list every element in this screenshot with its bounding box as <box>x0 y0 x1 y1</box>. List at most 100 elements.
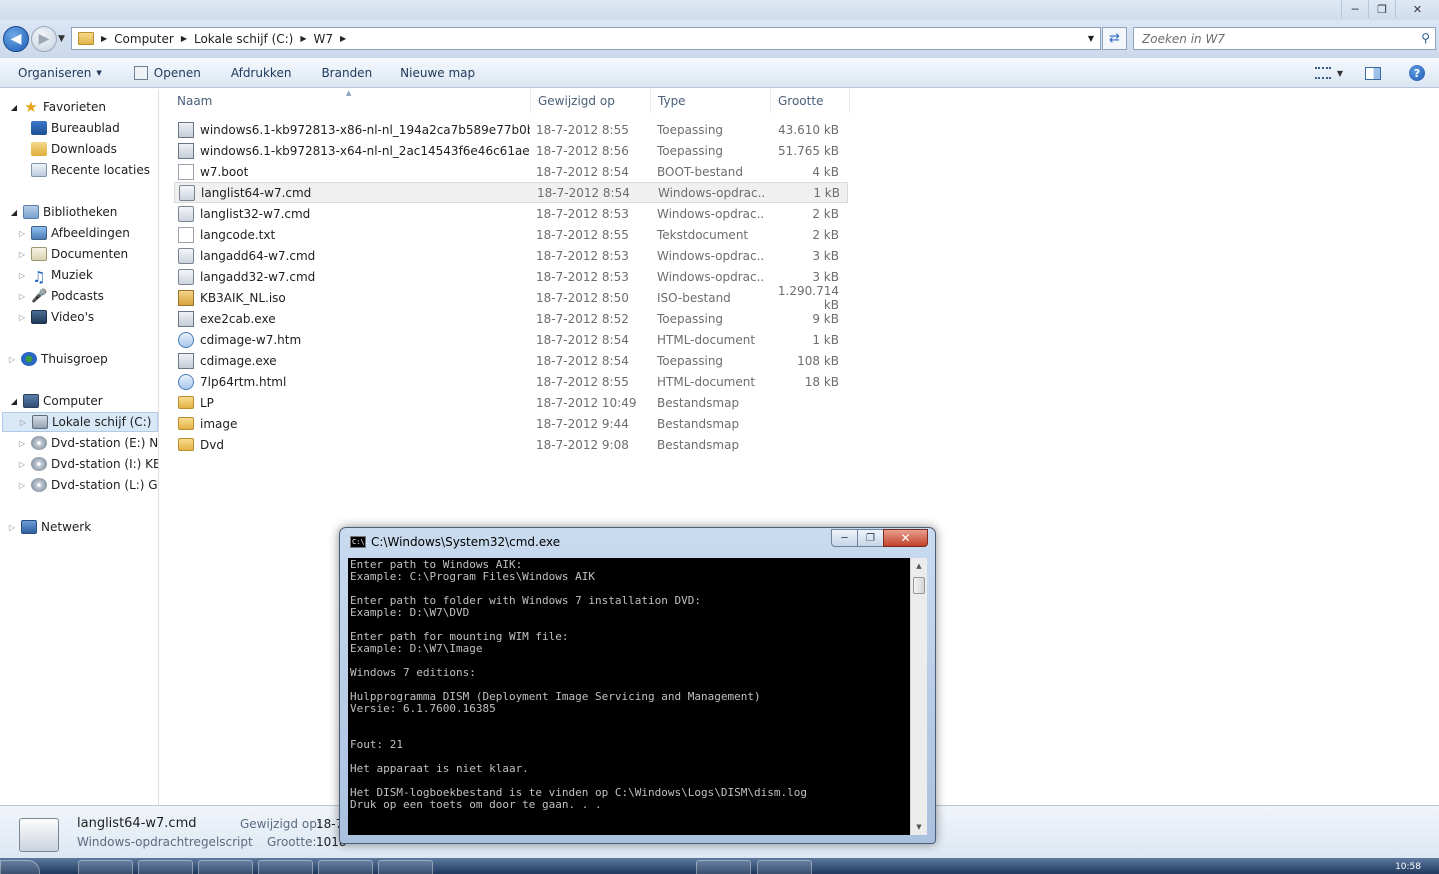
scroll-down-icon[interactable]: ▼ <box>911 819 927 835</box>
nav-network[interactable]: ▷ Netwerk <box>8 517 91 537</box>
print-button[interactable]: Afdrukken <box>201 58 292 88</box>
column-header-size[interactable]: Grootte <box>771 89 850 113</box>
file-name-cell[interactable]: langlist32-w7.cmd <box>174 205 530 222</box>
file-name-cell[interactable]: langcode.txt <box>174 226 530 243</box>
nav-item-music[interactable]: ▷ ♫ Muziek <box>18 265 93 286</box>
file-row[interactable]: LP 18-7-2012 10:49 Bestandsmap <box>174 392 848 413</box>
file-row[interactable]: langlist64-w7.cmd 18-7-2012 8:54 Windows-o… <box>174 182 848 203</box>
close-button[interactable]: ✕ <box>1395 0 1439 18</box>
nav-item-dvd-l[interactable]: ▷ Dvd-station (L:) GRM <box>18 475 158 495</box>
file-name-cell[interactable]: langadd32-w7.cmd <box>174 268 530 285</box>
taskbar-button[interactable] <box>696 860 751 874</box>
organize-menu[interactable]: Organiseren ▼ <box>0 58 102 88</box>
taskbar-button[interactable] <box>318 860 373 874</box>
burn-button[interactable]: Branden <box>291 58 372 88</box>
collapsed-arrow-icon[interactable]: ▷ <box>8 355 16 364</box>
file-name-cell[interactable]: cdimage.exe <box>174 352 530 369</box>
preview-pane-icon[interactable] <box>1365 66 1381 80</box>
collapsed-arrow-icon[interactable]: ▷ <box>18 229 26 238</box>
nav-homegroup[interactable]: ▷ Thuisgroep <box>8 349 108 369</box>
breadcrumb-local-disk[interactable]: Lokale schijf (C:) <box>194 32 293 46</box>
cmd-close-button[interactable]: ✕ <box>883 529 928 547</box>
forward-button[interactable]: ▶ <box>31 26 57 52</box>
scroll-thumb[interactable] <box>913 577 925 594</box>
nav-item-downloads[interactable]: Downloads <box>31 139 117 159</box>
file-row[interactable]: langcode.txt 18-7-2012 8:55 Tekstdocument 2… <box>174 224 848 245</box>
file-name-cell[interactable]: w7.boot <box>174 163 530 180</box>
nav-item-recent-places[interactable]: Recente locaties <box>31 160 150 180</box>
refresh-button[interactable]: ⇄ <box>1102 27 1127 50</box>
expand-arrow-icon[interactable]: ◢ <box>10 103 18 112</box>
breadcrumb-separator[interactable]: ▶ <box>300 34 306 43</box>
back-button[interactable]: ◀ <box>3 26 29 52</box>
collapsed-arrow-icon[interactable]: ▷ <box>18 460 26 469</box>
file-name-cell[interactable]: 7lp64rtm.html <box>174 373 530 390</box>
console-scrollbar[interactable]: ▲ ▼ <box>910 558 927 835</box>
maximize-button[interactable]: ❐ <box>1368 0 1395 18</box>
file-row[interactable]: langadd32-w7.cmd 18-7-2012 8:53 Windows-op… <box>174 266 848 287</box>
search-box[interactable]: ⚲ <box>1133 27 1436 50</box>
file-name-cell[interactable]: Dvd <box>174 438 530 452</box>
file-name-cell[interactable]: langlist64-w7.cmd <box>175 184 531 201</box>
file-row[interactable]: w7.boot 18-7-2012 8:54 BOOT-bestand 4 kB <box>174 161 848 182</box>
file-name-cell[interactable]: image <box>174 417 530 431</box>
column-header-type[interactable]: Type <box>651 89 771 113</box>
help-icon[interactable]: ? <box>1409 65 1425 81</box>
file-row[interactable]: Dvd 18-7-2012 9:08 Bestandsmap <box>174 434 848 455</box>
file-row[interactable]: windows6.1-kb972813-x86-nl-nl_194a2ca7b5… <box>174 119 848 140</box>
nav-item-pictures[interactable]: ▷ Afbeeldingen <box>18 223 130 243</box>
address-bar[interactable]: ▶ Computer ▶ Lokale schijf (C:) ▶ W7 ▶ ▼ <box>71 27 1101 50</box>
nav-item-podcasts[interactable]: ▷ 🎤 Podcasts <box>18 286 104 306</box>
collapsed-arrow-icon[interactable]: ▷ <box>18 439 26 448</box>
nav-item-local-disk[interactable]: ▷ Lokale schijf (C:) <box>2 412 158 432</box>
file-row[interactable]: langadd64-w7.cmd 18-7-2012 8:53 Windows-op… <box>174 245 848 266</box>
taskbar-clock[interactable]: 10:58 <box>1395 862 1421 872</box>
file-name-cell[interactable]: langadd64-w7.cmd <box>174 247 530 264</box>
cmd-window[interactable]: C:\. C:\Windows\System32\cmd.exe ─ ❐ ✕ E… <box>339 527 936 844</box>
nav-favorites[interactable]: ◢ ★ Favorieten <box>10 97 106 117</box>
file-row[interactable]: langlist32-w7.cmd 18-7-2012 8:53 Windows-o… <box>174 203 848 224</box>
recent-pages-dropdown[interactable]: ▼ <box>58 34 65 44</box>
file-row[interactable]: exe2cab.exe 18-7-2012 8:52 Toepassing 9 kB <box>174 308 848 329</box>
collapsed-arrow-icon[interactable]: ▷ <box>19 418 27 427</box>
breadcrumb-w7[interactable]: W7 <box>314 32 334 46</box>
breadcrumb-computer[interactable]: Computer <box>114 32 174 46</box>
file-name-cell[interactable]: cdimage-w7.htm <box>174 331 530 348</box>
collapsed-arrow-icon[interactable]: ▷ <box>18 271 26 280</box>
nav-item-videos[interactable]: ▷ Video's <box>18 307 94 327</box>
taskbar-button[interactable] <box>138 860 193 874</box>
expand-arrow-icon[interactable]: ◢ <box>10 397 18 406</box>
cmd-maximize-button[interactable]: ❐ <box>857 529 884 547</box>
change-view-icon[interactable] <box>1314 67 1331 79</box>
breadcrumb-separator[interactable]: ▶ <box>181 34 187 43</box>
console-output-area[interactable]: Enter path to Windows AIK: Example: C:\P… <box>348 558 918 835</box>
taskbar-button[interactable] <box>378 860 433 874</box>
file-row[interactable]: cdimage-w7.htm 18-7-2012 8:54 HTML-documen… <box>174 329 848 350</box>
nav-item-dvd-e[interactable]: ▷ Dvd-station (E:) NEW <box>18 433 158 453</box>
collapsed-arrow-icon[interactable]: ▷ <box>18 292 26 301</box>
new-folder-button[interactable]: Nieuwe map <box>372 58 475 88</box>
taskbar-button-cmd[interactable] <box>757 860 812 874</box>
taskbar-button[interactable] <box>258 860 313 874</box>
nav-item-dvd-i[interactable]: ▷ Dvd-station (I:) KB3A <box>18 454 158 474</box>
view-options-chevron-icon[interactable]: ▼ <box>1337 69 1343 78</box>
open-button[interactable]: Openen <box>102 58 201 88</box>
file-row[interactable]: windows6.1-kb972813-x64-nl-nl_2ac14543f6… <box>174 140 848 161</box>
column-header-modified[interactable]: Gewijzigd op <box>531 89 651 113</box>
breadcrumb-separator[interactable]: ▶ <box>340 34 346 43</box>
nav-libraries[interactable]: ◢ Bibliotheken <box>10 202 117 222</box>
collapsed-arrow-icon[interactable]: ▷ <box>18 250 26 259</box>
nav-computer[interactable]: ◢ Computer <box>10 391 103 411</box>
taskbar-button[interactable] <box>198 860 253 874</box>
search-icon[interactable]: ⚲ <box>1421 31 1430 45</box>
taskbar-button[interactable] <box>78 860 133 874</box>
file-row[interactable]: cdimage.exe 18-7-2012 8:54 Toepassing 108 k… <box>174 350 848 371</box>
file-row[interactable]: KB3AIK_NL.iso 18-7-2012 8:50 ISO-bestand 1.… <box>174 284 848 312</box>
file-name-cell[interactable]: KB3AIK_NL.iso <box>174 289 530 306</box>
search-input[interactable] <box>1142 31 1412 46</box>
file-name-cell[interactable]: exe2cab.exe <box>174 310 530 327</box>
cmd-minimize-button[interactable]: ─ <box>831 529 858 547</box>
file-row[interactable]: image 18-7-2012 9:44 Bestandsmap <box>174 413 848 434</box>
nav-item-documents[interactable]: ▷ Documenten <box>18 244 128 264</box>
collapsed-arrow-icon[interactable]: ▷ <box>18 481 26 490</box>
